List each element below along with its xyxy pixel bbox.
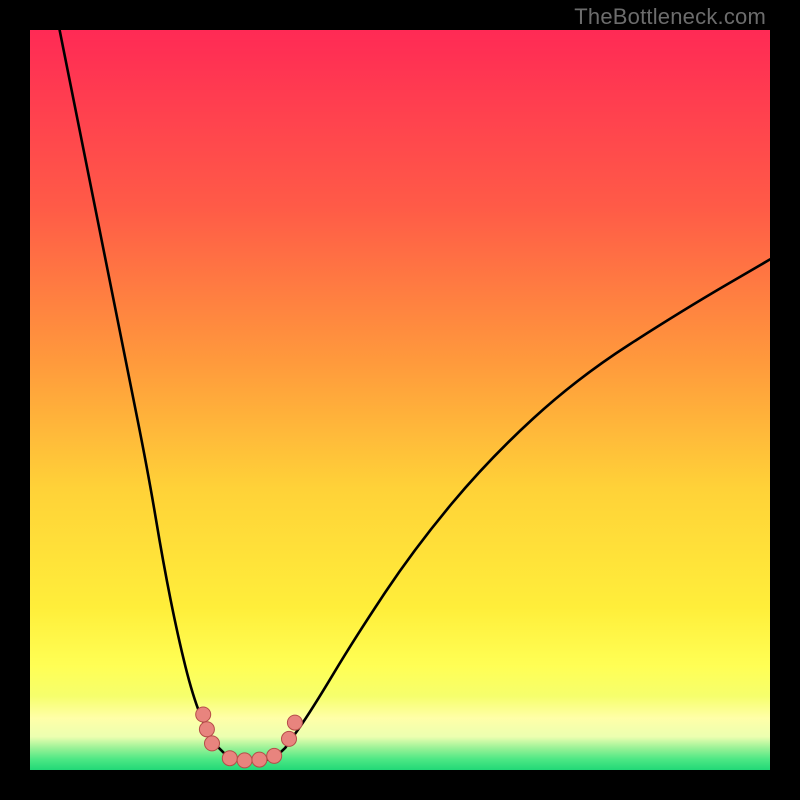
curve-marker (252, 752, 267, 767)
bottleneck-curve (30, 30, 770, 770)
outer-frame: TheBottleneck.com (0, 0, 800, 800)
curve-marker (237, 753, 252, 768)
curve-marker (267, 748, 282, 763)
curve-marker (196, 707, 211, 722)
curve-marker (205, 736, 220, 751)
plot-area (30, 30, 770, 770)
curve-marker (199, 722, 214, 737)
curve-marker (222, 751, 237, 766)
watermark-text: TheBottleneck.com (574, 4, 766, 30)
curve-marker (287, 715, 302, 730)
curve-marker (282, 731, 297, 746)
curve-path (60, 30, 770, 761)
